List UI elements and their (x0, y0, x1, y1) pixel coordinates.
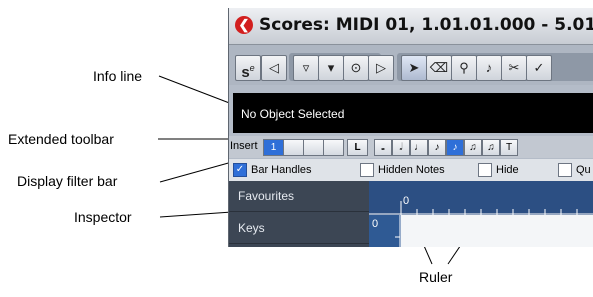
triplet-icon[interactable]: T (500, 139, 518, 156)
solo-button-label: s (241, 64, 250, 81)
object-selection-tool-icon[interactable]: ➤ (401, 55, 427, 81)
sixteenth-note-icon[interactable]: ♪ (446, 139, 464, 156)
hide-label: Hide (496, 164, 519, 176)
voice-2-button[interactable] (283, 139, 304, 156)
inspector-section-label: Favourites (238, 189, 295, 203)
solo-button-sup: e (249, 63, 255, 73)
leader-info-line (158, 75, 233, 105)
inspector-section-keys[interactable]: Keys (229, 213, 369, 244)
keys-ruler[interactable]: 0 (369, 215, 401, 247)
show-toolbar-icon[interactable]: ▾ (318, 55, 344, 81)
extended-toolbar: Insert 1 L 𝅝 𝅗𝅥 ♩ ♪ ♪ ♫ ♫ T (229, 136, 593, 158)
info-line-text: No Object Selected (241, 107, 345, 121)
score-canvas[interactable] (401, 215, 593, 247)
sixty-fourth-note-icon[interactable]: ♫ (482, 139, 500, 156)
insert-label: Insert (230, 140, 258, 152)
leader-display-filter-bar (159, 161, 233, 183)
show-info-icon[interactable]: ▿ (293, 55, 319, 81)
draw-note-tool-icon[interactable]: ♪ (476, 55, 502, 81)
bar-handles-checkbox[interactable]: ✓ (233, 163, 247, 177)
score-editor-window: ❮ Scores: MIDI 01, 1.01.01.000 - 5.01.01… (228, 8, 593, 247)
quantize-label: Qu (576, 164, 591, 176)
inspector-section-favourites[interactable]: Favourites (229, 181, 369, 212)
whole-note-icon[interactable]: 𝅝 (374, 139, 392, 156)
show-filter-icon[interactable]: ⊙ (343, 55, 369, 81)
scissors-tool-icon[interactable]: ✂ (501, 55, 527, 81)
eighth-note-icon[interactable]: ♪ (428, 139, 446, 156)
solo-editor-button[interactable]: se (235, 55, 261, 81)
main-toolbar: se ◁ ▿ ▾ ⊙ ▷ ➤ ⌫ ⚲ ♪ ✂ ✓ (229, 45, 593, 85)
voice-1-button[interactable]: 1 (263, 139, 284, 156)
thirty-second-note-icon[interactable]: ♫ (464, 139, 482, 156)
bar-handles-label: Bar Handles (251, 164, 312, 176)
half-note-icon[interactable]: 𝅗𝅥 (392, 139, 410, 156)
inspector: Favourites Keys (229, 181, 369, 247)
cubase-logo-icon: ❮ (235, 16, 253, 34)
voice-4-button[interactable] (323, 139, 344, 156)
voice-3-button[interactable] (303, 139, 324, 156)
show-inspector-icon[interactable]: ▷ (368, 55, 394, 81)
ruler-ticks (369, 201, 593, 215)
hidden-notes-checkbox[interactable] (360, 163, 374, 177)
quantize-checkbox[interactable] (558, 163, 572, 177)
hide-checkbox[interactable] (478, 163, 492, 177)
l-button[interactable]: L (347, 139, 368, 156)
zoom-tool-icon[interactable]: ⚲ (451, 55, 477, 81)
acoustic-feedback-icon[interactable]: ◁ (261, 55, 287, 81)
erase-tool-icon[interactable]: ⌫ (426, 55, 452, 81)
window-titlebar[interactable]: ❮ Scores: MIDI 01, 1.01.01.000 - 5.01.01 (229, 8, 593, 45)
ruler[interactable]: 0 (369, 181, 593, 215)
window-title: Scores: MIDI 01, 1.01.01.000 - 5.01.01 (259, 15, 593, 35)
info-line: No Object Selected (233, 93, 593, 133)
inspector-section-label: Keys (238, 221, 265, 235)
display-filter-bar: ✓ Bar Handles Hidden Notes Hide Qu (229, 159, 593, 181)
hidden-notes-label: Hidden Notes (378, 164, 445, 176)
quarter-note-icon[interactable]: ♩ (410, 139, 428, 156)
leader-inspector (159, 211, 233, 218)
glue-tool-icon[interactable]: ✓ (526, 55, 552, 81)
keys-ticks (395, 215, 401, 247)
